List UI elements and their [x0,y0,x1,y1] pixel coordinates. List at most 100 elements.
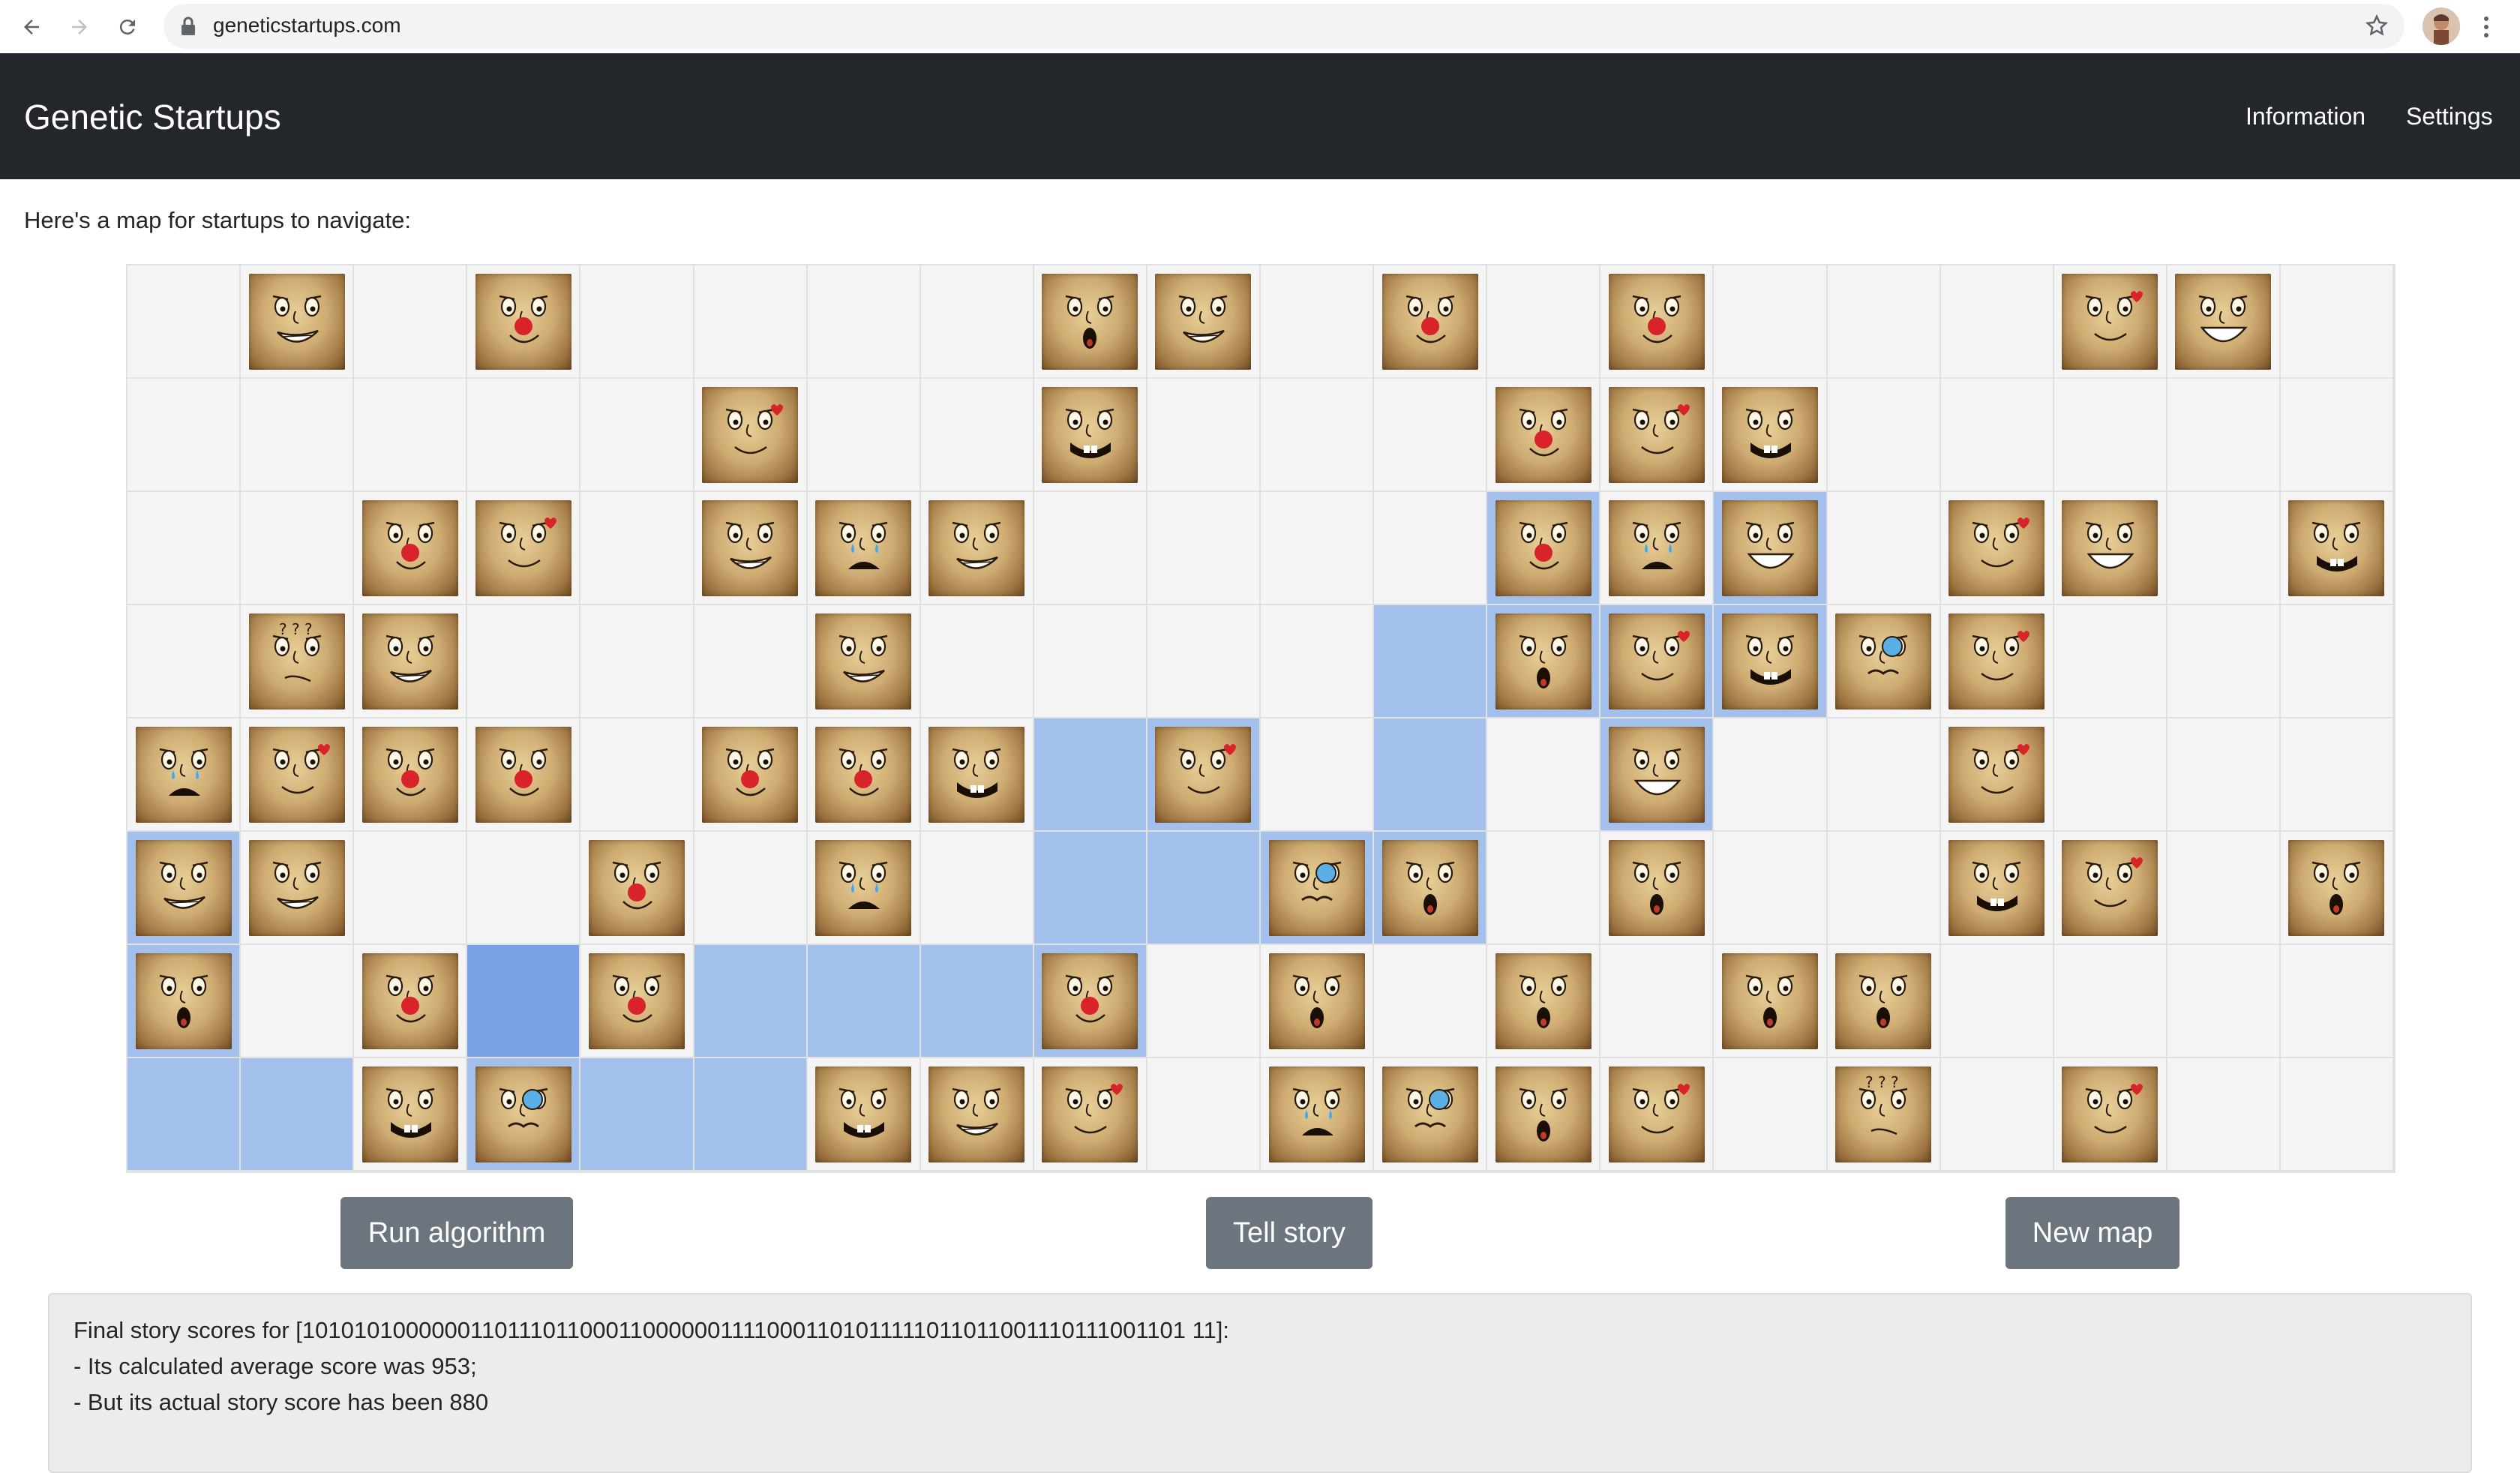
map-cell[interactable]: ? ? ? [1827,1058,1941,1172]
map-cell[interactable] [2280,1058,2394,1172]
map-cell[interactable] [2054,832,2168,945]
map-cell[interactable] [128,492,242,605]
map-cell[interactable] [1374,718,1488,832]
map-cell[interactable] [2167,605,2281,718]
map-cell[interactable] [580,832,694,945]
map-cell[interactable] [1487,492,1601,605]
map-cell[interactable] [1600,266,1714,379]
map-cell[interactable] [920,832,1034,945]
map-cell[interactable] [1940,266,2054,379]
map-cell[interactable] [1034,718,1148,832]
map-cell[interactable] [1487,605,1601,718]
map-cell[interactable] [2054,945,2168,1058]
map-cell[interactable] [2054,492,2168,605]
run-algorithm-button[interactable]: Run algorithm [340,1197,573,1269]
map-cell[interactable] [1261,832,1375,945]
map-cell[interactable] [467,605,581,718]
map-cell[interactable] [1147,1058,1261,1172]
map-cell[interactable] [2280,605,2394,718]
nav-link-settings[interactable]: Settings [2406,103,2493,130]
map-cell[interactable] [1034,1058,1148,1172]
map-cell[interactable] [1034,266,1148,379]
map-cell[interactable] [1714,379,1828,492]
map-cell[interactable] [2280,718,2394,832]
map-cell[interactable] [1147,832,1261,945]
map-cell[interactable] [354,605,468,718]
map-cell[interactable] [2167,945,2281,1058]
tell-story-button[interactable]: Tell story [1206,1197,1372,1269]
map-cell[interactable] [1827,718,1941,832]
map-cell[interactable] [580,266,694,379]
map-cell[interactable] [1034,379,1148,492]
map-cell[interactable] [580,718,694,832]
kebab-menu-icon[interactable] [2475,10,2498,44]
map-cell[interactable] [241,832,355,945]
map-cell[interactable] [241,492,355,605]
map-cell[interactable] [2054,605,2168,718]
map-cell[interactable] [2054,1058,2168,1172]
map-cell[interactable] [1714,832,1828,945]
forward-arrow-icon[interactable] [63,10,96,44]
map-cell[interactable] [1261,605,1375,718]
map-cell[interactable] [1487,945,1601,1058]
map-cell[interactable] [128,379,242,492]
brand-title[interactable]: Genetic Startups [24,97,281,137]
star-icon[interactable] [2364,13,2390,42]
map-cell[interactable] [467,379,581,492]
map-cell[interactable] [580,605,694,718]
map-cell[interactable] [1147,492,1261,605]
map-cell[interactable] [1940,492,2054,605]
map-cell[interactable] [241,1058,355,1172]
map-cell[interactable] [920,379,1034,492]
map-cell[interactable] [2167,379,2281,492]
map-cell[interactable] [128,832,242,945]
map-cell[interactable] [1940,832,2054,945]
map-cell[interactable] [1147,605,1261,718]
map-cell[interactable] [128,605,242,718]
map-cell[interactable] [1940,718,2054,832]
map-cell[interactable] [467,266,581,379]
map-cell[interactable] [2167,266,2281,379]
map-cell[interactable] [1147,379,1261,492]
map-cell[interactable] [1827,605,1941,718]
map-cell[interactable] [467,492,581,605]
map-cell[interactable] [1487,832,1601,945]
map-cell[interactable] [128,945,242,1058]
map-cell[interactable] [354,266,468,379]
map-cell[interactable] [580,945,694,1058]
map-cell[interactable] [1714,1058,1828,1172]
map-cell[interactable] [920,945,1034,1058]
map-cell[interactable] [241,945,355,1058]
map-cell[interactable]: ? ? ? [241,605,355,718]
map-cell[interactable] [807,832,921,945]
map-cell[interactable] [1940,379,2054,492]
map-cell[interactable] [1034,492,1148,605]
map-cell[interactable] [694,492,808,605]
map-cell[interactable] [354,945,468,1058]
map-cell[interactable] [1374,945,1488,1058]
map-cell[interactable] [1487,266,1601,379]
map-cell[interactable] [1374,379,1488,492]
map-cell[interactable] [920,492,1034,605]
map-cell[interactable] [1261,379,1375,492]
map-cell[interactable] [354,1058,468,1172]
map-cell[interactable] [354,718,468,832]
map-cell[interactable] [1714,718,1828,832]
map-cell[interactable] [1261,266,1375,379]
map-cell[interactable] [1940,1058,2054,1172]
map-cell[interactable] [1374,266,1488,379]
map-cell[interactable] [1261,718,1375,832]
map-cell[interactable] [1827,492,1941,605]
new-map-button[interactable]: New map [2006,1197,2180,1269]
map-cell[interactable] [580,379,694,492]
map-cell[interactable] [1600,832,1714,945]
map-cell[interactable] [1034,832,1148,945]
map-cell[interactable] [1147,266,1261,379]
map-cell[interactable] [1034,605,1148,718]
map-cell[interactable] [694,266,808,379]
map-cell[interactable] [807,266,921,379]
map-cell[interactable] [1600,1058,1714,1172]
map-cell[interactable] [1034,945,1148,1058]
map-cell[interactable] [1374,832,1488,945]
map-cell[interactable] [1374,492,1488,605]
